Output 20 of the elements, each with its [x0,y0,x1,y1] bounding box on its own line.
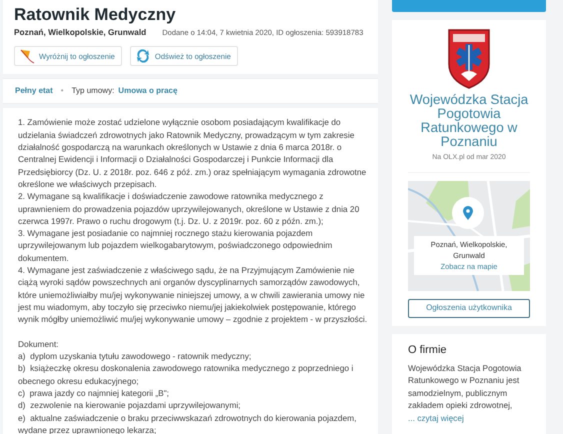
listing-title: Ratownik Medyczny [13,4,177,26]
document-list-item: c) prawa jazdy co najmniej kategorii „B"; [18,386,170,400]
about-company-text: Wojewódzka Stacja Pogotowia Ratunkowego w Poznaniu jest samodzielnym, publicznym zakładem opieki zdrowotnej, [408,362,522,412]
description-paragraph: 3. Wymagane jest posiadanie co najmniej rocznego stażu kierowania pojazdem uprzywilejowanym lub pojazdem wielkogabarytowym, poświadczonego odpowiednim dokumentem. [18,227,334,264]
separator-dot: • [60,85,64,98]
contract-type-link[interactable]: Umowa o pracę [118,85,178,98]
description-paragraph: 2. Wymagane są kwalifikacje i doświadczenie zawodowe ratownika medycznego z uprawnieniem do prowadzenia pojazdów uprzywilejowanych, określone w Ustawie z dnia 20 czerwca 1997r. Prawo o ruchu drogowym (t.j. Dz. U. z 2019r. poz. 60 z późn. zm.); [18,190,360,228]
description-paragraph: 1. Zamówienie może zostać udzielone wyłącznie osobom posiadającym kwalifikacje do udzielania świadczeń zdrowotnych jako Ratownik Medyczny, prowadzącym w tym zakresie działalność gospodarczą na warunkach określonych w Ustawie z dnia 6 marca 2018r. o Centralnej Ewidencji i Informacji o Działalności Gospodarczej i Punkcie Informacji dla Przedsiębiorcy (Dz. U. z 2018r. poz. 646 z póź. zm.) oraz spełniającym wymagania zdrowotne określone we właściwych przepisach. [18,116,368,190]
read-more-link[interactable]: ... czytaj więcej [408,412,530,424]
description-paragraph: 4. Wymagane jest zaświadczenie z właściwego sądu, że na Przyjmującym Zamówienie nie ciążą wyroki sądów powszechnych ani organów dyscyplinarnych samorządów zawodowych, które uniemożliwiałby mu/jej wykonywanie niniejszej umowy, a w chwili zawierania umowy nie jest mu wiadomym, aby toczyło się przeciwko niemu/jej jakiekolwiek postępowanie, którego wynik mógłby uniemożliwić mu/jej wykonywanie umowy – zgodnie z projektem - w przyszłości. [18,264,368,326]
contract-type-label: Typ umowy: [72,85,114,98]
location-text: Poznań, Wielkopolskie, Grunwald [14,26,146,38]
documents-heading: Dokument: [18,338,60,350]
about-heading: O firmie [408,342,448,358]
user-ads-button[interactable]: Ogłoszenia użytkownika [408,298,530,318]
document-list-item: b) książeczkę okresu doskonalenia zawodowego ratownika medycznego z poprzedniego i obecnego okresu edukacyjnego; [18,362,354,387]
document-list-item: a) dyplom uzyskania tytułu zawodowego - ratownik medyczny; [18,350,252,362]
employment-type-link[interactable]: Pełny etat [15,85,53,98]
document-list-item: d) zezwolenie na kierowanie pojazdami uprzywilejowanymi; [18,399,242,412]
seller-name-link[interactable]: Wojewódzka Stacja Pogotowia Ratunkowego w Poznaniu [408,93,530,149]
